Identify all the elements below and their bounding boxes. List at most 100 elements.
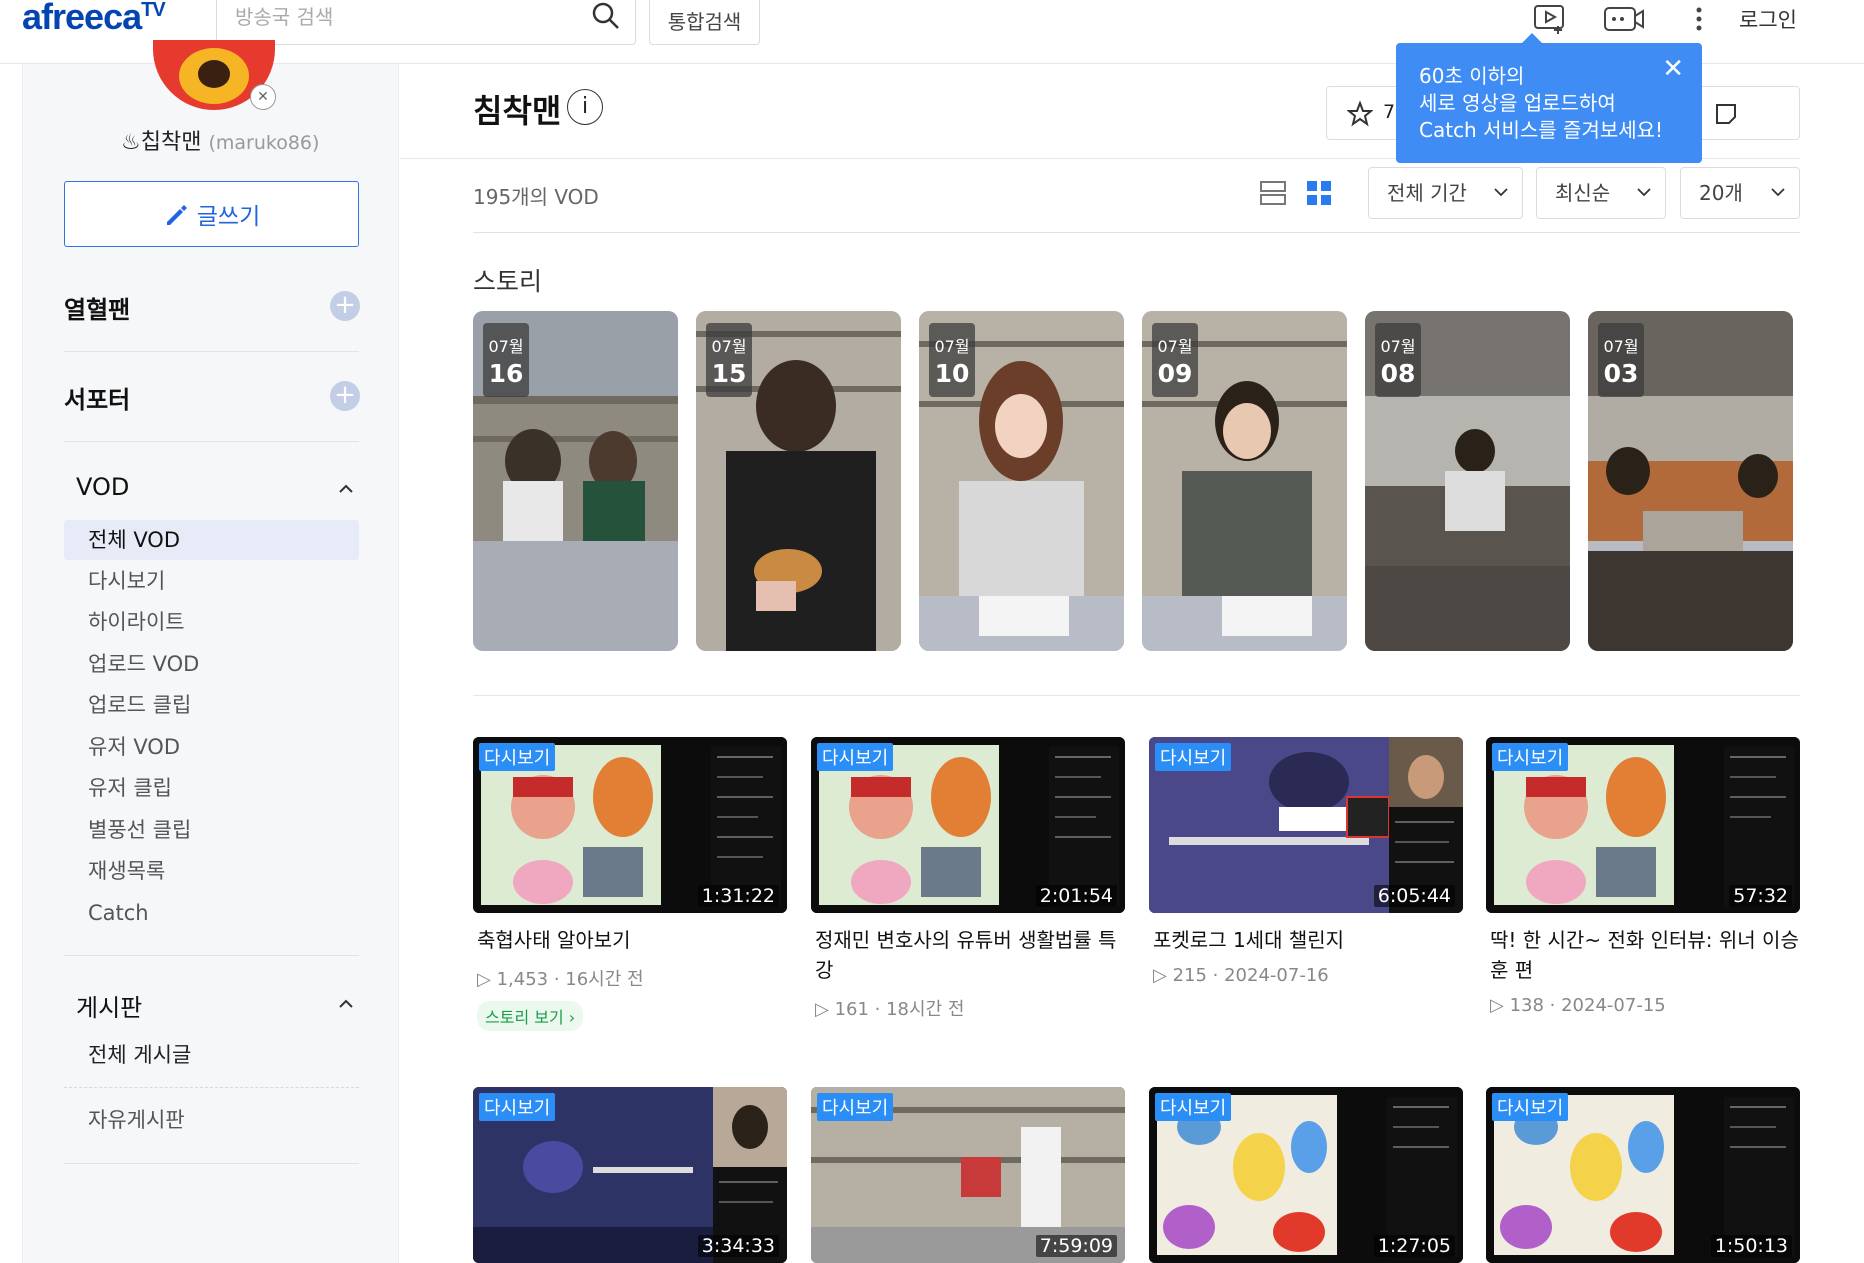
divider xyxy=(64,441,359,442)
sidebar-item-all-vod[interactable]: 전체 VOD xyxy=(64,520,359,560)
close-icon[interactable]: ✕ xyxy=(1662,56,1684,82)
total-search-button[interactable]: 통합검색 xyxy=(649,0,760,45)
replay-badge: 다시보기 xyxy=(1155,743,1232,771)
story-card[interactable]: 07월 15 xyxy=(696,311,901,651)
vod-card[interactable]: 다시보기 2:01:54 정재민 변호사의 유튜버 생활법률 특강 ▷ 161 … xyxy=(811,737,1125,1021)
story-month: 07월 xyxy=(1603,337,1639,356)
search-icon[interactable] xyxy=(591,1,621,31)
duration-label: 1:27:05 xyxy=(1373,1235,1455,1257)
period-value: 전체 기간 xyxy=(1387,181,1467,205)
play-icon: ▷ xyxy=(1490,995,1510,1016)
story-card[interactable]: 07월 10 xyxy=(919,311,1124,651)
sidebar-item-balloon-clip[interactable]: 별풍선 클립 xyxy=(64,810,359,850)
chevron-down-icon xyxy=(1771,188,1785,197)
story-card[interactable]: 07월 16 xyxy=(473,311,678,651)
sidebar-item-playlist[interactable]: 재생목록 xyxy=(64,851,359,891)
replay-badge: 다시보기 xyxy=(817,743,894,771)
story-month: 07월 xyxy=(1380,337,1416,356)
page-title: 침착맨 xyxy=(473,92,562,130)
story-date: 07월 09 xyxy=(1152,323,1198,397)
sidebar-item-all-posts[interactable]: 전체 게시글 xyxy=(64,1035,359,1075)
vod-thumbnail[interactable]: 다시보기 57:32 xyxy=(1486,737,1800,913)
story-card[interactable]: 07월 08 xyxy=(1365,311,1570,651)
vod-thumbnail[interactable]: 다시보기 2:01:54 xyxy=(811,737,1125,913)
upload-time: 2024-07-16 xyxy=(1224,965,1329,986)
memo-icon xyxy=(1716,104,1736,124)
write-button-label: 글쓰기 xyxy=(196,204,261,230)
grid-view-icon[interactable] xyxy=(1306,180,1332,206)
replay-badge: 다시보기 xyxy=(1155,1093,1232,1121)
vod-card[interactable]: 다시보기 3:34:33 xyxy=(473,1087,787,1263)
vod-thumbnail[interactable]: 다시보기 6:05:44 xyxy=(1149,737,1463,913)
vod-section-title[interactable]: VOD xyxy=(76,473,129,501)
vod-thumbnail[interactable]: 다시보기 3:34:33 xyxy=(473,1087,787,1263)
story-view-link[interactable]: 스토리 보기 › xyxy=(477,1001,584,1031)
vod-thumbnail[interactable]: 다시보기 1:50:13 xyxy=(1486,1087,1800,1263)
tooltip-line-3: Catch 서비스를 즐겨보세요! xyxy=(1419,118,1664,142)
vod-card[interactable]: 다시보기 1:31:22 축협사태 알아보기 ▷ 1,453 · 16시간 전 … xyxy=(473,737,787,1031)
view-count: 1,453 xyxy=(496,969,549,990)
board-section-title[interactable]: 게시판 xyxy=(76,988,142,1023)
info-icon[interactable]: i xyxy=(567,89,603,125)
vod-title[interactable]: 포켓로그 1세대 챌린지 xyxy=(1149,925,1463,955)
sidebar-item-upload-clip[interactable]: 업로드 클립 xyxy=(64,685,359,725)
upload-video-icon[interactable] xyxy=(1530,2,1570,36)
story-date: 07월 03 xyxy=(1598,323,1644,397)
chevron-up-icon[interactable] xyxy=(338,481,354,497)
upload-time: 2024-07-15 xyxy=(1561,995,1666,1016)
story-day: 15 xyxy=(711,359,747,388)
sidebar-item-free-board[interactable]: 자유게시판 xyxy=(64,1100,359,1140)
more-menu-icon[interactable] xyxy=(1692,2,1706,36)
view-count: 215 xyxy=(1172,965,1207,986)
fan-add-icon[interactable]: + xyxy=(330,291,360,321)
vod-card[interactable]: 다시보기 6:05:44 포켓로그 1세대 챌린지 ▷ 215 · 2024-0… xyxy=(1149,737,1463,986)
favorite-count: 7 xyxy=(1383,101,1396,123)
sort-value: 최신순 xyxy=(1555,181,1611,205)
per-page-select[interactable]: 20개 xyxy=(1680,167,1800,219)
replay-badge: 다시보기 xyxy=(817,1093,894,1121)
vod-thumbnail[interactable]: 다시보기 7:59:09 xyxy=(811,1087,1125,1263)
vod-title[interactable]: 축협사태 알아보기 xyxy=(473,925,787,955)
sidebar-item-user-vod[interactable]: 유저 VOD xyxy=(64,727,359,767)
story-card[interactable]: 07월 09 xyxy=(1142,311,1347,651)
sort-select[interactable]: 최신순 xyxy=(1536,167,1666,219)
list-view-icon[interactable] xyxy=(1260,180,1286,206)
login-link[interactable]: 로그인 xyxy=(1739,4,1797,34)
vod-meta: ▷ 161 · 18시간 전 xyxy=(815,999,965,1020)
supporter-add-icon[interactable]: + xyxy=(330,381,360,411)
vod-card[interactable]: 다시보기 1:27:05 xyxy=(1149,1087,1463,1263)
logo-tv: TV xyxy=(141,0,166,21)
vod-thumbnail[interactable]: 다시보기 1:31:22 xyxy=(473,737,787,913)
search-box xyxy=(216,0,636,45)
fan-label: 열혈팬 xyxy=(64,296,131,324)
vod-card[interactable]: 다시보기 57:32 딱! 한 시간~ 전화 인터뷰: 위너 이승훈 편 ▷ 1… xyxy=(1486,737,1800,1016)
story-day: 10 xyxy=(934,359,970,388)
vod-title[interactable]: 정재민 변호사의 유튜버 생활법률 특강 xyxy=(811,925,1125,985)
story-date: 07월 16 xyxy=(483,323,529,397)
search-input[interactable] xyxy=(235,0,595,37)
sidebar-item-highlight[interactable]: 하이라이트 xyxy=(64,602,359,642)
chevron-up-icon[interactable] xyxy=(338,996,354,1012)
story-day: 16 xyxy=(488,359,524,388)
broadcast-icon[interactable] xyxy=(1602,2,1646,36)
write-button[interactable]: 글쓰기 xyxy=(64,181,359,247)
story-card[interactable]: 07월 03 xyxy=(1588,311,1793,651)
vod-card[interactable]: 다시보기 7:59:09 xyxy=(811,1087,1125,1263)
sidebar-item-upload-vod[interactable]: 업로드 VOD xyxy=(64,644,359,684)
story-view-label: 스토리 보기 xyxy=(485,1008,564,1027)
star-icon xyxy=(1347,101,1373,127)
sidebar-item-catch[interactable]: Catch xyxy=(64,893,359,933)
sidebar-item-user-clip[interactable]: 유저 클립 xyxy=(64,768,359,808)
vod-title[interactable]: 딱! 한 시간~ 전화 인터뷰: 위너 이승훈 편 xyxy=(1486,925,1800,985)
vod-thumbnail[interactable]: 다시보기 1:27:05 xyxy=(1149,1087,1463,1263)
note-button[interactable] xyxy=(1694,86,1800,140)
period-select[interactable]: 전체 기간 xyxy=(1368,167,1523,219)
play-icon: ▷ xyxy=(477,969,497,990)
duration-label: 1:50:13 xyxy=(1710,1235,1792,1257)
badge-icon: ✕ xyxy=(250,84,276,110)
vod-meta: ▷ 138 · 2024-07-15 xyxy=(1490,995,1666,1016)
sidebar-item-replay[interactable]: 다시보기 xyxy=(64,561,359,601)
afreecatv-logo[interactable]: afreecaTV xyxy=(22,0,166,38)
vod-card[interactable]: 다시보기 1:50:13 xyxy=(1486,1087,1800,1263)
replay-badge: 다시보기 xyxy=(1492,743,1569,771)
